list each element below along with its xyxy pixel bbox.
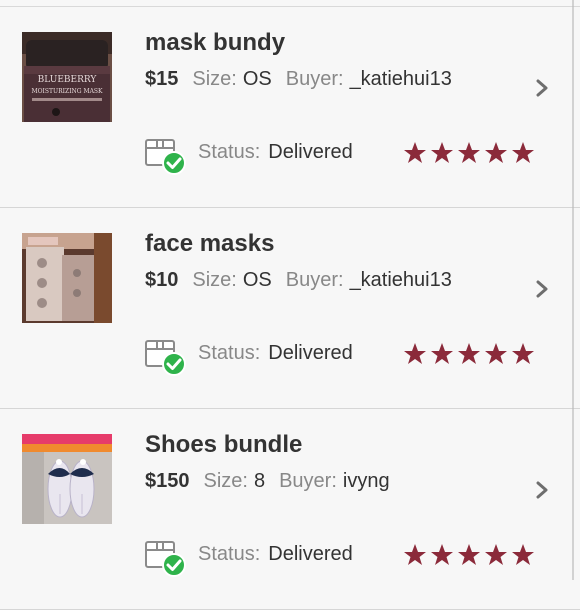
star-icon bbox=[512, 142, 534, 163]
star-icon bbox=[512, 544, 534, 565]
status-label: Status: bbox=[198, 342, 261, 364]
item-meta: $10 Size: OS Buyer: _katiehui13 bbox=[145, 269, 466, 292]
status-label: Status: bbox=[198, 141, 261, 163]
item-meta: $150 Size: 8 Buyer: ivyng bbox=[145, 470, 404, 493]
product-thumbnail[interactable]: BLUEBERRY MOISTURIZING MASK bbox=[22, 32, 112, 122]
item-meta: $15 Size: OS Buyer: _katiehui13 bbox=[145, 68, 466, 91]
chevron-right-icon[interactable] bbox=[533, 481, 551, 499]
rating-stars bbox=[403, 141, 535, 165]
order-row[interactable]: BLUEBERRY MOISTURIZING MASK mask bundy $… bbox=[0, 7, 580, 208]
star-icon bbox=[404, 544, 426, 565]
size-value: 8 bbox=[253, 470, 266, 492]
face-masks-image bbox=[22, 233, 112, 323]
star-icon bbox=[485, 142, 507, 163]
order-status: Status: Delivered bbox=[198, 141, 353, 164]
item-title[interactable]: mask bundy bbox=[145, 29, 285, 57]
size-value: OS bbox=[242, 269, 272, 291]
order-list: BLUEBERRY MOISTURIZING MASK mask bundy $… bbox=[0, 7, 580, 610]
order-status: Status: Delivered bbox=[198, 342, 353, 365]
status-value: Delivered bbox=[268, 141, 353, 163]
star-icon bbox=[431, 343, 453, 364]
buyer-label: Buyer: bbox=[285, 269, 344, 291]
item-price: $10 bbox=[145, 269, 179, 291]
rating-stars bbox=[403, 543, 535, 567]
size-value: OS bbox=[242, 68, 272, 90]
size-label: Size: bbox=[203, 470, 248, 492]
status-value: Delivered bbox=[268, 543, 353, 565]
star-icon bbox=[458, 142, 480, 163]
size-label: Size: bbox=[192, 269, 237, 291]
scroll-edge bbox=[572, 0, 574, 580]
shoes-image bbox=[22, 434, 112, 524]
star-icon bbox=[431, 142, 453, 163]
order-row[interactable]: face masks $10 Size: OS Buyer: _katiehui13 S… bbox=[0, 208, 580, 409]
delivered-package-icon bbox=[145, 541, 186, 577]
blueberry-mask-jar-image: BLUEBERRY MOISTURIZING MASK bbox=[22, 32, 112, 122]
star-icon bbox=[458, 343, 480, 364]
item-price: $15 bbox=[145, 68, 179, 90]
status-label: Status: bbox=[198, 543, 261, 565]
item-title[interactable]: face masks bbox=[145, 230, 274, 258]
chevron-right-icon[interactable] bbox=[533, 280, 551, 298]
buyer-value: ivyng bbox=[342, 470, 390, 492]
buyer-label: Buyer: bbox=[285, 68, 344, 90]
star-icon bbox=[485, 544, 507, 565]
star-icon bbox=[404, 142, 426, 163]
star-icon bbox=[431, 544, 453, 565]
item-price: $150 bbox=[145, 470, 190, 492]
delivered-package-icon bbox=[145, 340, 186, 376]
item-title[interactable]: Shoes bundle bbox=[145, 431, 302, 459]
status-value: Delivered bbox=[268, 342, 353, 364]
chevron-right-icon[interactable] bbox=[533, 79, 551, 97]
delivered-package-icon bbox=[145, 139, 186, 175]
jar-text-2: MOISTURIZING MASK bbox=[31, 88, 103, 95]
buyer-value: _katiehui13 bbox=[349, 68, 452, 90]
rating-stars bbox=[403, 342, 535, 366]
star-icon bbox=[512, 343, 534, 364]
buyer-value: _katiehui13 bbox=[349, 269, 452, 291]
product-thumbnail[interactable] bbox=[22, 434, 112, 524]
star-icon bbox=[458, 544, 480, 565]
order-status: Status: Delivered bbox=[198, 543, 353, 566]
star-icon bbox=[485, 343, 507, 364]
jar-text-1: BLUEBERRY bbox=[38, 75, 98, 85]
product-thumbnail[interactable] bbox=[22, 233, 112, 323]
buyer-label: Buyer: bbox=[279, 470, 337, 492]
star-icon bbox=[404, 343, 426, 364]
size-label: Size: bbox=[192, 68, 237, 90]
